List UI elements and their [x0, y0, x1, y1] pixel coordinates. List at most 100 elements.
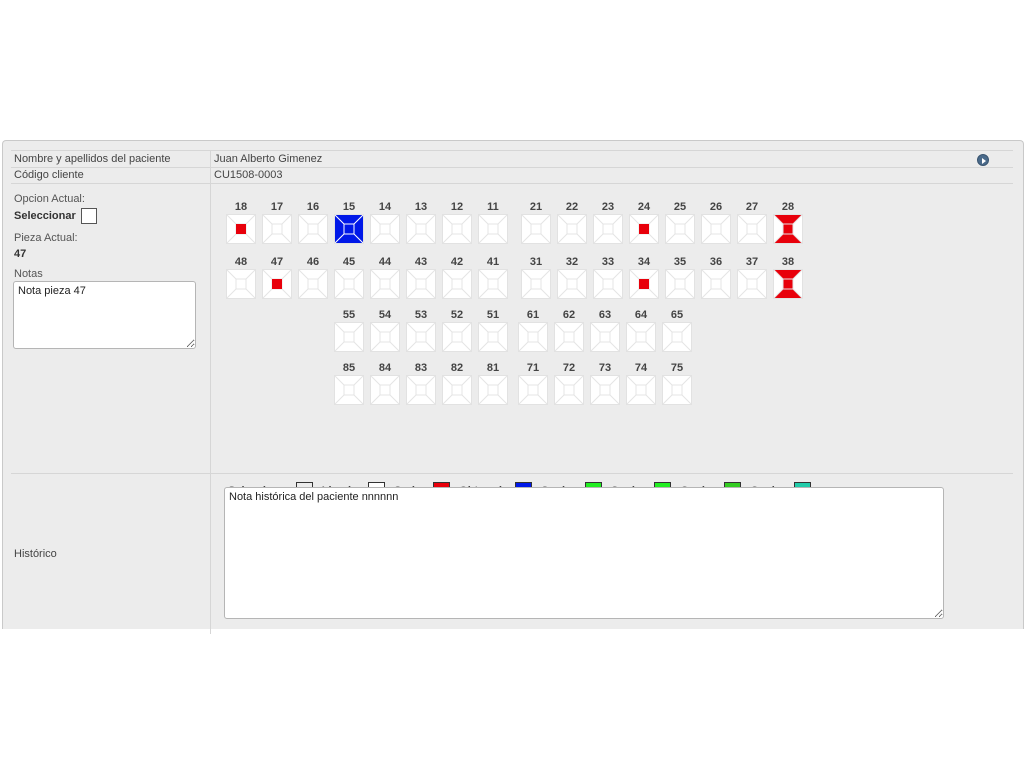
- tooth-32[interactable]: [557, 269, 587, 299]
- client-code-value: CU1508-0003: [214, 169, 283, 181]
- tooth-48[interactable]: [226, 269, 256, 299]
- tooth-52[interactable]: [442, 322, 472, 352]
- tooth-15[interactable]: [334, 214, 364, 244]
- current-option-label: Opcion Actual:: [14, 193, 85, 205]
- notes-textarea[interactable]: Nota pieza 47: [13, 281, 196, 349]
- tooth-number-label: 44: [378, 256, 392, 268]
- tooth-81[interactable]: [478, 375, 508, 405]
- tooth-33[interactable]: [593, 269, 623, 299]
- tooth-63[interactable]: [590, 322, 620, 352]
- tooth-42[interactable]: [442, 269, 472, 299]
- go-arrow-icon[interactable]: [977, 154, 989, 166]
- tooth-73[interactable]: [590, 375, 620, 405]
- tooth-65[interactable]: [662, 322, 692, 352]
- tooth-85[interactable]: [334, 375, 364, 405]
- tooth-number-label: 53: [414, 309, 428, 321]
- tooth-27[interactable]: [737, 214, 767, 244]
- tooth-number-label: 26: [709, 201, 723, 213]
- tooth-12[interactable]: [442, 214, 472, 244]
- tooth-number-label: 33: [601, 256, 615, 268]
- tooth-54[interactable]: [370, 322, 400, 352]
- tooth-number-label: 32: [565, 256, 579, 268]
- tooth-number-label: 74: [634, 362, 648, 374]
- tooth-74[interactable]: [626, 375, 656, 405]
- tooth-number-label: 75: [670, 362, 684, 374]
- tooth-number-label: 16: [306, 201, 320, 213]
- tooth-number-label: 83: [414, 362, 428, 374]
- tooth-number-label: 31: [529, 256, 543, 268]
- tooth-26[interactable]: [701, 214, 731, 244]
- tooth-35[interactable]: [665, 269, 695, 299]
- tooth-21[interactable]: [521, 214, 551, 244]
- tooth-16[interactable]: [298, 214, 328, 244]
- tooth-71[interactable]: [518, 375, 548, 405]
- tooth-number-label: 63: [598, 309, 612, 321]
- client-code-row: Código cliente CU1508-0003: [11, 167, 1013, 184]
- current-option-value: Seleccionar: [14, 210, 76, 222]
- tooth-72[interactable]: [554, 375, 584, 405]
- tooth-41[interactable]: [478, 269, 508, 299]
- tooth-17[interactable]: [262, 214, 292, 244]
- tooth-number-label: 25: [673, 201, 687, 213]
- tooth-number-label: 38: [781, 256, 795, 268]
- current-option-swatch: [81, 208, 97, 224]
- tooth-83[interactable]: [406, 375, 436, 405]
- tooth-82[interactable]: [442, 375, 472, 405]
- tooth-11[interactable]: [478, 214, 508, 244]
- tooth-22[interactable]: [557, 214, 587, 244]
- notes-label: Notas: [14, 268, 43, 280]
- client-code-label-cell: Código cliente: [11, 167, 211, 183]
- tooth-13[interactable]: [406, 214, 436, 244]
- history-label-cell: Histórico: [11, 474, 211, 634]
- tooth-61[interactable]: [518, 322, 548, 352]
- tooth-31[interactable]: [521, 269, 551, 299]
- tooth-46[interactable]: [298, 269, 328, 299]
- tooth-23[interactable]: [593, 214, 623, 244]
- tooth-47[interactable]: [262, 269, 292, 299]
- tooth-number-label: 81: [486, 362, 500, 374]
- tooth-number-label: 23: [601, 201, 615, 213]
- tooth-number-label: 48: [234, 256, 248, 268]
- tooth-number-label: 62: [562, 309, 576, 321]
- tooth-number-label: 84: [378, 362, 392, 374]
- tooth-14[interactable]: [370, 214, 400, 244]
- tooth-62[interactable]: [554, 322, 584, 352]
- tooth-51[interactable]: [478, 322, 508, 352]
- tooth-number-label: 45: [342, 256, 356, 268]
- odontogram-sidebar: Opcion Actual: Seleccionar Pieza Actual:…: [11, 184, 211, 473]
- tooth-25[interactable]: [665, 214, 695, 244]
- tooth-75[interactable]: [662, 375, 692, 405]
- tooth-number-label: 12: [450, 201, 464, 213]
- tooth-44[interactable]: [370, 269, 400, 299]
- client-code-label: Código cliente: [14, 169, 84, 181]
- tooth-number-label: 54: [378, 309, 392, 321]
- tooth-number-label: 52: [450, 309, 464, 321]
- tooth-18[interactable]: [226, 214, 256, 244]
- history-label: Histórico: [14, 548, 57, 560]
- tooth-45[interactable]: [334, 269, 364, 299]
- tooth-number-label: 36: [709, 256, 723, 268]
- tooth-number-label: 55: [342, 309, 356, 321]
- tooth-28[interactable]: [773, 214, 803, 244]
- tooth-number-label: 43: [414, 256, 428, 268]
- tooth-number-label: 22: [565, 201, 579, 213]
- tooth-53[interactable]: [406, 322, 436, 352]
- tooth-number-label: 82: [450, 362, 464, 374]
- tooth-43[interactable]: [406, 269, 436, 299]
- tooth-55[interactable]: [334, 322, 364, 352]
- tooth-38[interactable]: [773, 269, 803, 299]
- tooth-36[interactable]: [701, 269, 731, 299]
- odontogram-row: Opcion Actual: Seleccionar Pieza Actual:…: [11, 184, 1013, 515]
- tooth-number-label: 47: [270, 256, 284, 268]
- history-textarea[interactable]: Nota histórica del paciente nnnnnn: [224, 487, 944, 619]
- tooth-64[interactable]: [626, 322, 656, 352]
- tooth-number-label: 37: [745, 256, 759, 268]
- tooth-24[interactable]: [629, 214, 659, 244]
- tooth-84[interactable]: [370, 375, 400, 405]
- tooth-number-label: 65: [670, 309, 684, 321]
- patient-name-label-cell: Nombre y apellidos del paciente: [11, 151, 211, 167]
- tooth-37[interactable]: [737, 269, 767, 299]
- history-row: Histórico Nota histórica del paciente nn…: [11, 474, 1013, 634]
- tooth-34[interactable]: [629, 269, 659, 299]
- tooth-number-label: 27: [745, 201, 759, 213]
